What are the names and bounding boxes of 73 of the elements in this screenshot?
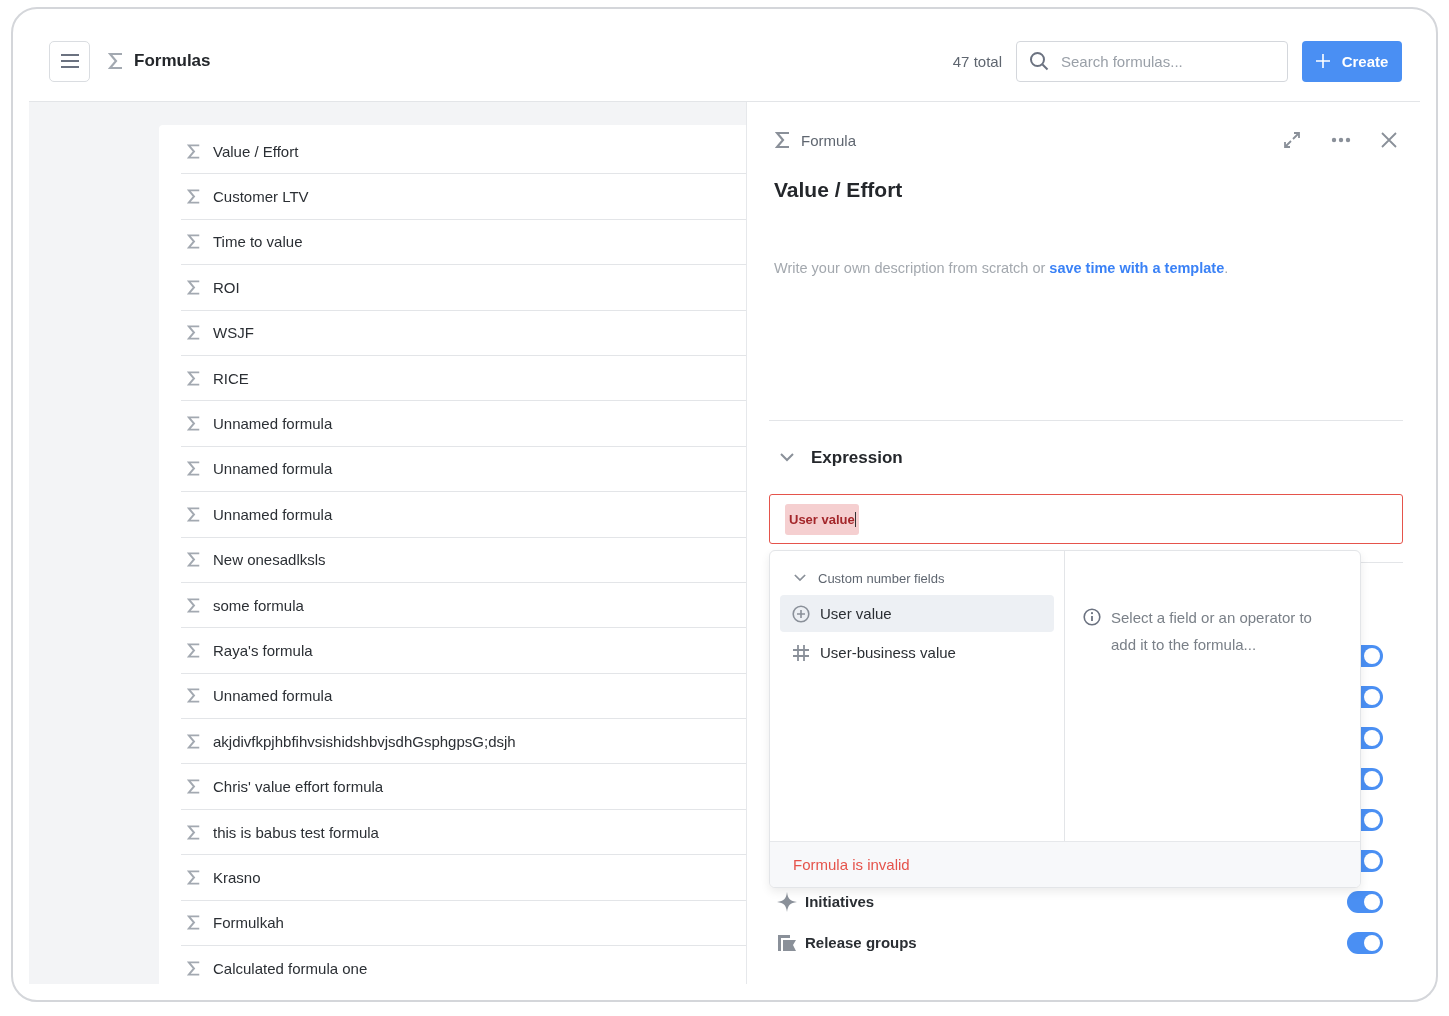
- menu-icon: [60, 54, 79, 68]
- sigma-icon: [187, 142, 201, 160]
- sigma-icon: [187, 642, 201, 659]
- formula-title: Value / Effort: [774, 178, 904, 202]
- sigma-icon: [187, 914, 201, 932]
- sigma-icon: [187, 415, 201, 433]
- close-icon[interactable]: [1381, 132, 1397, 148]
- more-icon[interactable]: [1331, 137, 1351, 143]
- sparkle-icon: [777, 891, 797, 912]
- toggle-switch[interactable]: [1347, 890, 1383, 913]
- expand-icon[interactable]: [1283, 131, 1301, 149]
- formula-row[interactable]: Formulkah: [181, 900, 746, 947]
- formula-row[interactable]: Value / Effort: [181, 129, 746, 175]
- formula-row[interactable]: Unnamed formula: [181, 492, 746, 538]
- plus-icon: [1315, 54, 1330, 68]
- expression-field[interactable]: User value: [769, 494, 1403, 544]
- toggle-switch[interactable]: [1347, 931, 1383, 954]
- sigma-icon: [187, 369, 201, 387]
- chevron-icon[interactable]: [794, 574, 806, 582]
- formula-row[interactable]: RICE: [181, 355, 746, 402]
- formula-row[interactable]: Time to value: [181, 219, 746, 266]
- field-token: User value: [785, 503, 859, 535]
- hash-icon: [792, 643, 810, 662]
- sigma-icon: [187, 823, 201, 841]
- chevron-icon[interactable]: [780, 453, 794, 462]
- field-option[interactable]: User value: [780, 595, 1054, 632]
- formula-row[interactable]: New onesadlksls: [181, 537, 746, 583]
- toggle-label: Release groups: [805, 934, 917, 951]
- section-heading: Expression: [811, 447, 903, 468]
- field-option[interactable]: User-business value: [780, 634, 1054, 671]
- sigma-icon: [187, 551, 201, 569]
- sigma-icon: [187, 732, 201, 750]
- toggle-label: Initiatives: [805, 893, 875, 910]
- sigma-icon: [775, 131, 791, 149]
- description-editor[interactable]: Write your own description from scratch or save time with a template.: [774, 260, 1403, 420]
- sigma-icon: [187, 778, 201, 796]
- formula-row[interactable]: Unnamed formula: [181, 673, 746, 720]
- sigma-icon: [187, 505, 201, 523]
- group-label: Custom number fields: [818, 570, 945, 586]
- error-message: Formula is invalid: [793, 856, 910, 873]
- formula-row[interactable]: Krasno: [181, 855, 746, 901]
- formula-row[interactable]: some formula: [181, 582, 746, 629]
- sigma-icon: [187, 278, 201, 296]
- formula-row[interactable]: Chris' value effort formula: [181, 764, 746, 810]
- search-field[interactable]: Search formulas...: [1016, 40, 1288, 82]
- info-icon: [1083, 608, 1101, 626]
- template-link[interactable]: save time with a template: [1049, 260, 1225, 276]
- formula-row[interactable]: Raya's formula: [181, 628, 746, 674]
- formula-row[interactable]: Calculated formula one: [181, 946, 746, 984]
- formula-row[interactable]: Customer LTV: [181, 174, 746, 220]
- sigma-icon: [187, 188, 201, 206]
- flag-stack-icon: [777, 933, 797, 952]
- total-count: 47 total: [952, 52, 1002, 70]
- page-title: Formulas: [134, 51, 211, 71]
- sigma-icon: [187, 233, 201, 251]
- sigma-icon: [187, 324, 201, 342]
- sigma-icon: [108, 52, 124, 70]
- sigma-icon: [187, 596, 201, 614]
- sigma-icon: [187, 868, 201, 886]
- panel-type-label: Formula: [801, 131, 856, 149]
- plus-circle-icon: [792, 604, 810, 623]
- search-icon: [1029, 50, 1049, 71]
- formula-row[interactable]: this is babus test formula: [181, 809, 746, 856]
- menu-button[interactable]: [49, 40, 90, 82]
- formula-row[interactable]: akjdivfkpjhbfihvsishidshbvjsdhGsphgpsG;dsjh: [181, 719, 746, 765]
- sigma-icon: [187, 687, 201, 705]
- sigma-icon: [187, 959, 201, 977]
- formula-row[interactable]: ROI: [181, 265, 746, 311]
- picker-hint: Select a field or an operator to add it to the formula...: [1111, 608, 1313, 655]
- sigma-icon: [187, 460, 201, 478]
- formula-row[interactable]: Unnamed formula: [181, 446, 746, 493]
- formula-row[interactable]: WSJF: [181, 310, 746, 356]
- formula-row[interactable]: Unnamed formula: [181, 401, 746, 447]
